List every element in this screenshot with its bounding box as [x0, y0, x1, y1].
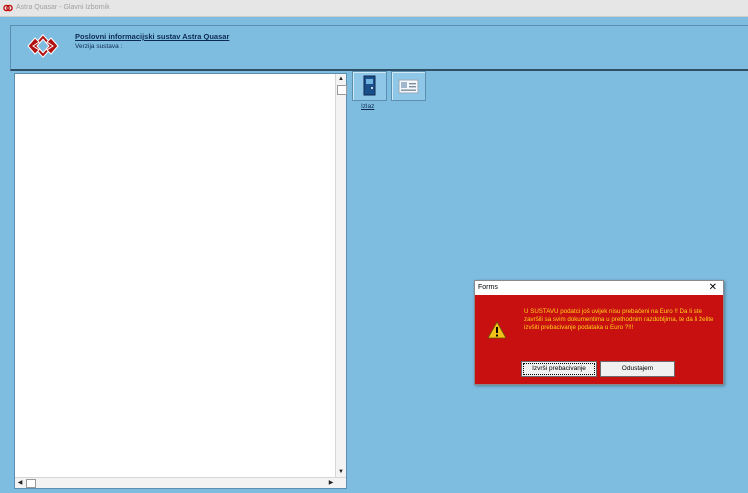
astra-logo-icon [27, 33, 59, 59]
window-titlebar: Astra Quasar - Glavni Izbornik [0, 0, 748, 17]
exit-label[interactable]: Izlaz [361, 103, 374, 110]
cancel-button[interactable]: Odustajem [600, 361, 675, 377]
dialog-message: U SUSTAVU podatci još uvijek nisu prebač… [524, 308, 714, 331]
vertical-scrollbar[interactable]: ▲ ▼ [335, 74, 347, 477]
scroll-left-icon[interactable]: ◀ [15, 478, 25, 488]
horizontal-scrollbar[interactable]: ◀ ▶ [15, 477, 346, 488]
system-version-label: Verzija sustava : [75, 43, 123, 50]
dialog-titlebar: Forms ✕ [475, 281, 723, 295]
execute-conversion-button[interactable]: Izvrši prebacivanje [521, 361, 597, 377]
warning-icon [487, 321, 507, 339]
id-card-icon [398, 79, 419, 94]
scroll-thumb-horizontal[interactable] [26, 479, 36, 488]
window-title: Astra Quasar - Glavni Izbornik [16, 4, 110, 11]
scroll-down-icon[interactable]: ▼ [336, 467, 346, 477]
scroll-thumb-vertical[interactable] [337, 85, 347, 95]
astra-logo-small-icon [3, 4, 13, 12]
dialog-title: Forms [478, 284, 498, 291]
exit-button[interactable] [352, 71, 387, 101]
app-header: Poslovni informacijski sustav Astra Quas… [10, 25, 748, 71]
menu-list-panel[interactable]: ▲ ▼ ◀ ▶ [14, 73, 347, 489]
system-title: Poslovni informacijski sustav Astra Quas… [75, 32, 230, 41]
second-tool-button[interactable] [391, 71, 426, 101]
door-icon [363, 75, 376, 96]
euro-conversion-dialog: Forms ✕ U SUSTAVU podatci još uvijek nis… [474, 280, 724, 385]
scroll-right-icon[interactable]: ▶ [326, 478, 336, 488]
scroll-up-icon[interactable]: ▲ [336, 74, 346, 84]
close-icon[interactable]: ✕ [709, 281, 717, 295]
